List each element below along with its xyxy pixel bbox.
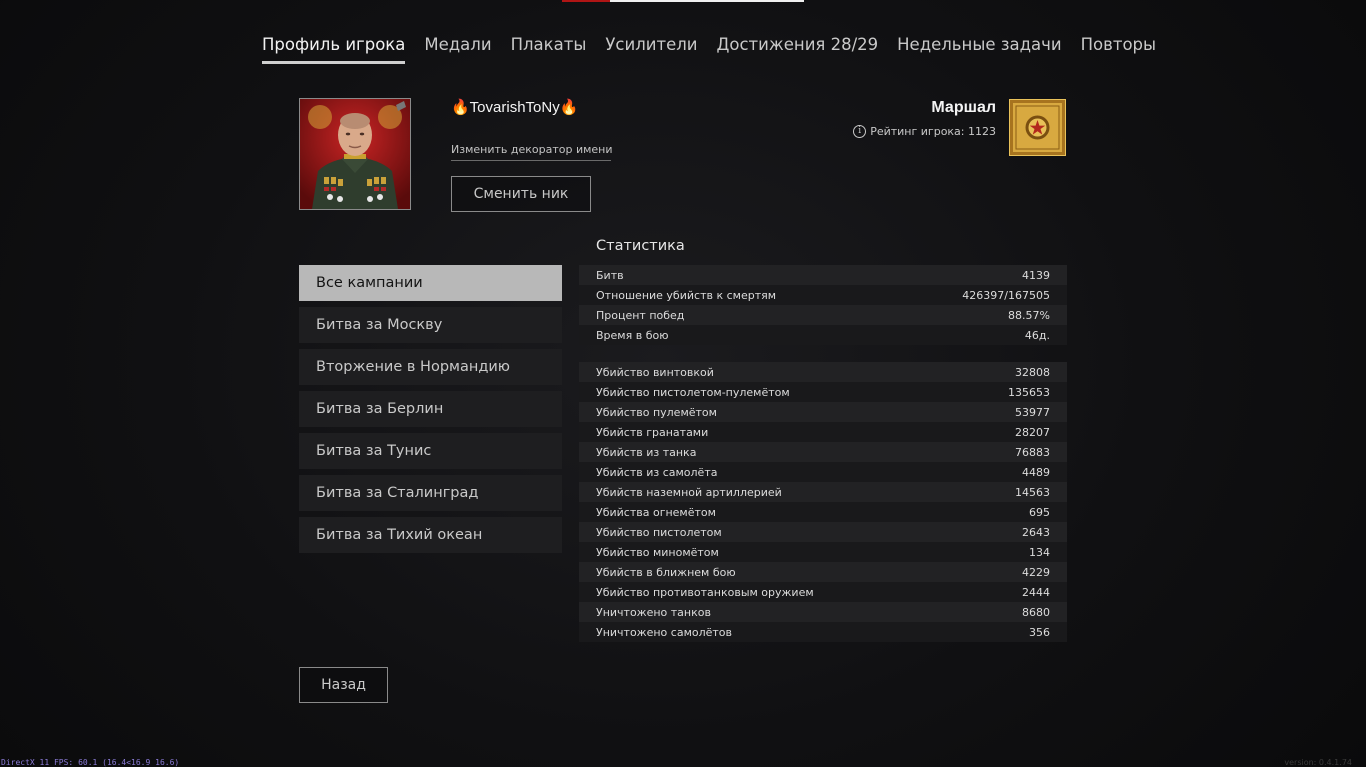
- stat-label: Процент побед: [596, 308, 685, 322]
- stat-label: Отношение убийств к смертям: [596, 288, 777, 302]
- stat-value: 32808: [1015, 365, 1050, 379]
- stat-value: 53977: [1015, 405, 1050, 419]
- profile-tabs: Профиль игрока Медали Плакаты Усилители …: [262, 33, 1175, 65]
- stat-label: Убийств гранатами: [596, 425, 709, 439]
- stat-label: Убийство пулемётом: [596, 405, 717, 419]
- campaign-tunisia[interactable]: Битва за Тунис: [299, 433, 562, 469]
- stat-row: Время в бою 46д.: [579, 325, 1067, 345]
- stat-value: 28207: [1015, 425, 1050, 439]
- tab-boosters[interactable]: Усилители: [605, 33, 697, 64]
- rank-badge-icon[interactable]: [1009, 99, 1066, 156]
- stat-value: 356: [1029, 625, 1050, 639]
- stat-row: Убийств из самолёта 4489: [579, 462, 1067, 482]
- stat-value: 76883: [1015, 445, 1050, 459]
- stat-row: Убийств гранатами 28207: [579, 422, 1067, 442]
- player-avatar[interactable]: [299, 98, 411, 210]
- version-label: version: 0.4.1.74: [1284, 758, 1352, 767]
- player-rating: i Рейтинг игрока: 1123: [853, 125, 996, 138]
- stat-value: 4139: [1022, 268, 1050, 282]
- stat-row: Битв 4139: [579, 265, 1067, 285]
- rank-name: Маршал: [931, 99, 996, 116]
- campaign-stalingrad[interactable]: Битва за Сталинград: [299, 475, 562, 511]
- stat-row: Убийство миномётом 134: [579, 542, 1067, 562]
- back-button[interactable]: Назад: [299, 667, 388, 703]
- campaign-list: Все кампании Битва за Москву Вторжение в…: [299, 265, 562, 559]
- fps-counter: DirectX 11 FPS: 60.1 (16.4<16.9 16.6): [1, 758, 180, 767]
- stat-label: Убийство винтовкой: [596, 365, 714, 379]
- stat-value: 4489: [1022, 465, 1050, 479]
- loading-progress-bar: [562, 0, 804, 2]
- stat-value: 8680: [1022, 605, 1050, 619]
- tab-medals[interactable]: Медали: [424, 33, 491, 64]
- stat-row: Отношение убийств к смертям 426397/16750…: [579, 285, 1067, 305]
- campaign-moscow[interactable]: Битва за Москву: [299, 307, 562, 343]
- statistics-title: Статистика: [596, 238, 685, 254]
- loading-progress-fill: [562, 0, 611, 2]
- stat-label: Убийств в ближнем бою: [596, 565, 736, 579]
- info-icon[interactable]: i: [853, 125, 867, 138]
- stat-value: 46д.: [1024, 328, 1050, 342]
- campaign-all[interactable]: Все кампании: [299, 265, 562, 301]
- stat-label: Убийство пистолетом-пулемётом: [596, 385, 790, 399]
- stat-label: Убийств из танка: [596, 445, 697, 459]
- stat-value: 88.57%: [1008, 308, 1050, 322]
- stat-row: Убийство пистолетом-пулемётом 135653: [579, 382, 1067, 402]
- stat-row: Уничтожено танков 8680: [579, 602, 1067, 622]
- stat-value: 14563: [1015, 485, 1050, 499]
- stat-label: Убийство противотанковым оружием: [596, 585, 814, 599]
- campaign-normandy[interactable]: Вторжение в Нормандию: [299, 349, 562, 385]
- stat-value: 2444: [1022, 585, 1050, 599]
- stat-label: Уничтожено самолётов: [596, 625, 733, 639]
- campaign-pacific[interactable]: Битва за Тихий океан: [299, 517, 562, 553]
- tab-achievements[interactable]: Достижения 28/29: [717, 33, 879, 64]
- stat-row: Убийств из танка 76883: [579, 442, 1067, 462]
- stat-value: 426397/167505: [962, 288, 1050, 302]
- stat-label: Убийство миномётом: [596, 545, 719, 559]
- kills-stats-table: Убийство винтовкой 32808 Убийство пистол…: [579, 362, 1067, 642]
- stat-row: Убийств наземной артиллерией 14563: [579, 482, 1067, 502]
- campaign-berlin[interactable]: Битва за Берлин: [299, 391, 562, 427]
- stat-label: Убийство пистолетом: [596, 525, 722, 539]
- stat-label: Убийства огнемётом: [596, 505, 716, 519]
- change-name-decorator-link[interactable]: Изменить декоратор имени: [451, 139, 613, 161]
- stat-value: 2643: [1022, 525, 1050, 539]
- stat-label: Убийств из самолёта: [596, 465, 718, 479]
- tab-posters[interactable]: Плакаты: [511, 33, 587, 64]
- stat-label: Битв: [596, 268, 624, 282]
- tab-player-profile[interactable]: Профиль игрока: [262, 33, 406, 64]
- avatar-portrait: [300, 99, 410, 209]
- stat-label: Время в бою: [596, 328, 669, 342]
- stat-row: Убийства огнемётом 695: [579, 502, 1067, 522]
- stat-row: Убийство пистолетом 2643: [579, 522, 1067, 542]
- stat-value: 135653: [1008, 385, 1050, 399]
- stat-row: Убийство противотанковым оружием 2444: [579, 582, 1067, 602]
- stat-label: Уничтожено танков: [596, 605, 711, 619]
- stat-label: Убийств наземной артиллерией: [596, 485, 782, 499]
- stat-value: 695: [1029, 505, 1050, 519]
- change-nickname-button[interactable]: Сменить ник: [451, 176, 591, 212]
- tab-replays[interactable]: Повторы: [1081, 33, 1156, 64]
- stat-value: 4229: [1022, 565, 1050, 579]
- player-nickname: 🔥TovarishToNy🔥: [451, 99, 579, 116]
- stat-row: Процент побед 88.57%: [579, 305, 1067, 325]
- stat-row: Уничтожено самолётов 356: [579, 622, 1067, 642]
- stat-value: 134: [1029, 545, 1050, 559]
- decorator-link-label: Изменить декоратор имени: [451, 143, 613, 156]
- stat-row: Убийство пулемётом 53977: [579, 402, 1067, 422]
- player-profile-screen: Профиль игрока Медали Плакаты Усилители …: [0, 0, 1366, 767]
- tab-weekly-tasks[interactable]: Недельные задачи: [897, 33, 1061, 64]
- rating-label: Рейтинг игрока: 1123: [870, 125, 996, 138]
- stat-row: Убийство винтовкой 32808: [579, 362, 1067, 382]
- stat-row: Убийств в ближнем бою 4229: [579, 562, 1067, 582]
- general-stats-table: Битв 4139 Отношение убийств к смертям 42…: [579, 265, 1067, 345]
- marshal-rank-emblem: [1009, 99, 1066, 156]
